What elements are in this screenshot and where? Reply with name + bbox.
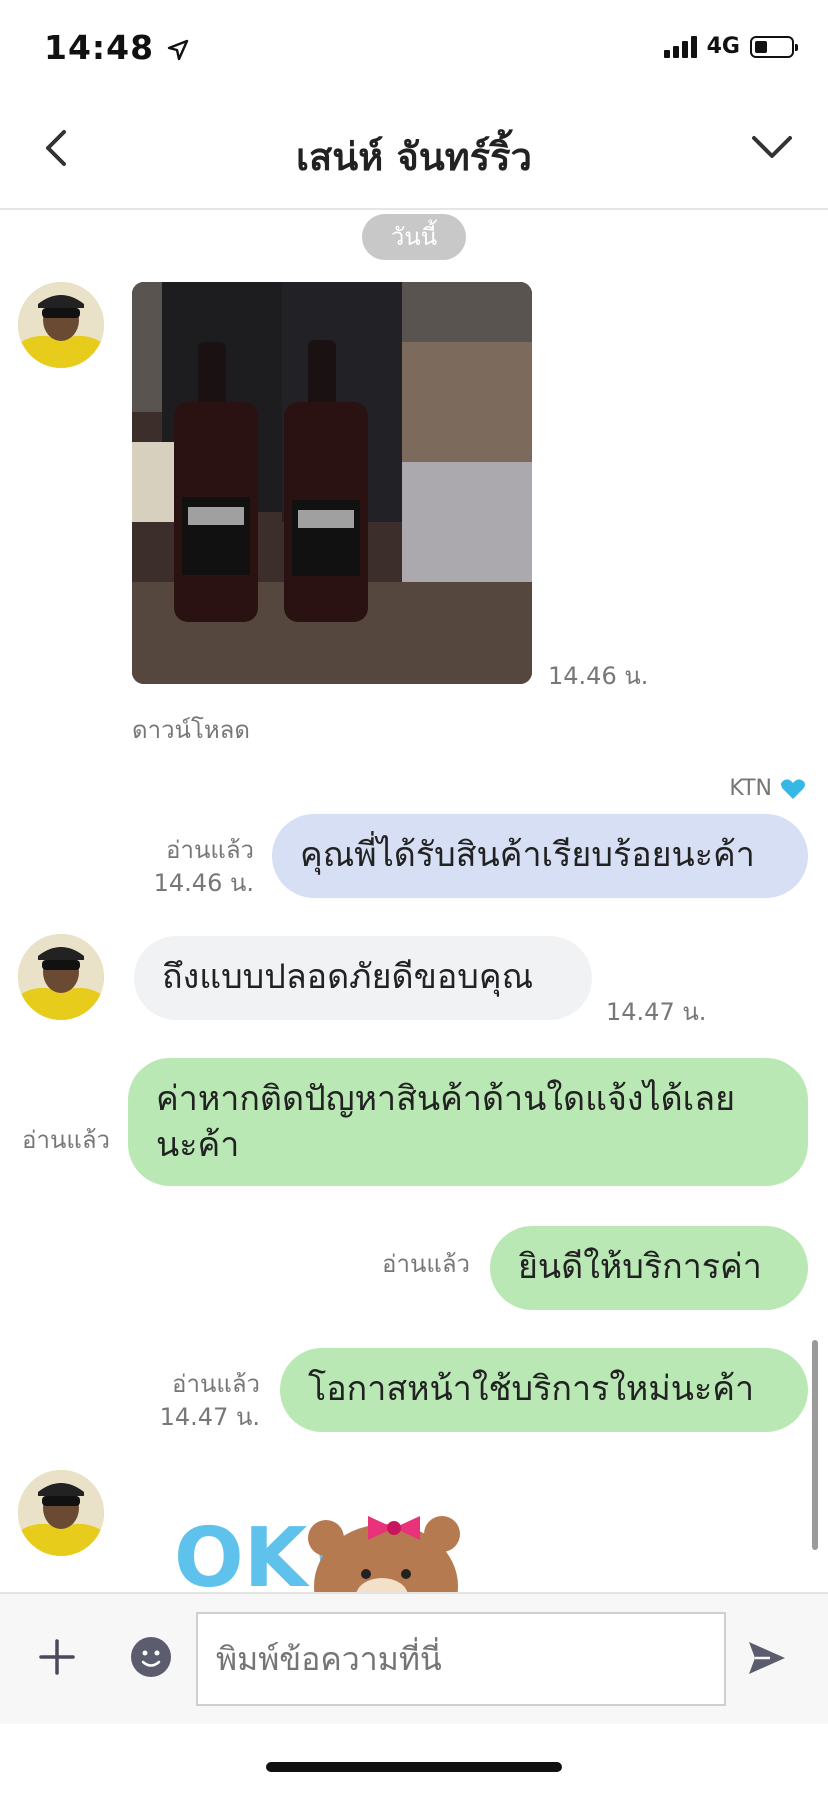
read-status: อ่านแล้ว	[382, 1250, 470, 1278]
emoji-icon[interactable]	[130, 1636, 172, 1678]
signal-icon	[663, 35, 697, 58]
read-label: อ่านแล้ว	[172, 1370, 260, 1398]
clock-text: 14:48	[44, 28, 155, 67]
message-time: 14.47 น.	[159, 1403, 260, 1431]
network-label: 4G	[706, 34, 740, 59]
send-icon[interactable]	[746, 1638, 788, 1678]
plus-icon[interactable]	[38, 1638, 76, 1676]
download-link[interactable]: ดาวน์โหลด	[132, 710, 250, 749]
outgoing-message-bubble[interactable]: โอกาสหน้าใช้บริการใหม่นะค้า	[280, 1348, 808, 1432]
message-time: 14.47 น.	[606, 998, 707, 1026]
home-indicator[interactable]	[266, 1762, 562, 1772]
incoming-message-bubble[interactable]: ถึงแบบปลอดภัยดีขอบคุณ	[134, 936, 592, 1020]
avatar[interactable]	[18, 282, 104, 368]
message-input[interactable]	[196, 1612, 726, 1706]
message-input-bar	[0, 1592, 828, 1724]
sticker[interactable]: OK!	[170, 1486, 480, 1592]
read-status: อ่านแล้ว 14.47 น.	[140, 1368, 260, 1434]
chat-header: เสน่ห์ จันทร์ริ้ว	[0, 90, 828, 210]
read-status: อ่านแล้ว	[22, 1126, 110, 1154]
message-text: ยินดีให้บริการค่า	[518, 1247, 762, 1287]
avatar[interactable]	[18, 1470, 104, 1556]
message-time: 14.46 น.	[548, 662, 649, 690]
outgoing-message-bubble[interactable]: ยินดีให้บริการค่า	[490, 1226, 808, 1310]
avatar[interactable]	[18, 934, 104, 1020]
scrollbar[interactable]	[812, 1340, 818, 1550]
message-text: ค่าหากติดปัญหาสินค้าด้านใดแจ้งได้เลย	[156, 1079, 736, 1119]
outgoing-message-bubble[interactable]: คุณพี่ได้รับสินค้าเรียบร้อยนะค้า	[272, 814, 808, 898]
read-status: อ่านแล้ว 14.46 น.	[120, 834, 254, 900]
chevron-down-icon[interactable]	[750, 132, 794, 162]
message-text: ถึงแบบปลอดภัยดีขอบคุณ	[162, 957, 534, 997]
message-time: 14.46 น.	[153, 869, 254, 897]
ok-bear-sticker: OK!	[174, 1511, 460, 1592]
location-arrow-icon	[167, 39, 188, 60]
read-label: อ่านแล้ว	[166, 836, 254, 864]
sender-tag: KTN	[729, 776, 806, 801]
date-separator: วันนี้	[362, 214, 466, 260]
chat-title[interactable]: เสน่ห์ จันทร์ริ้ว	[0, 126, 828, 187]
battery-icon	[750, 35, 798, 58]
status-indicators: 4G	[663, 34, 798, 59]
message-text: นะค้า	[156, 1125, 240, 1165]
whiskey-bottles-photo	[132, 282, 532, 684]
status-time: 14:48	[44, 28, 189, 67]
avatar-image	[18, 1470, 104, 1556]
sender-name: KTN	[729, 776, 772, 801]
avatar-image	[18, 282, 104, 368]
shared-photo[interactable]	[132, 282, 532, 684]
heart-icon	[781, 778, 805, 799]
outgoing-message-bubble[interactable]: ค่าหากติดปัญหาสินค้าด้านใดแจ้งได้เลย นะค…	[128, 1058, 808, 1186]
message-text: โอกาสหน้าใช้บริการใหม่นะค้า	[308, 1369, 755, 1409]
avatar-image	[18, 934, 104, 1020]
message-text: คุณพี่ได้รับสินค้าเรียบร้อยนะค้า	[300, 835, 755, 875]
